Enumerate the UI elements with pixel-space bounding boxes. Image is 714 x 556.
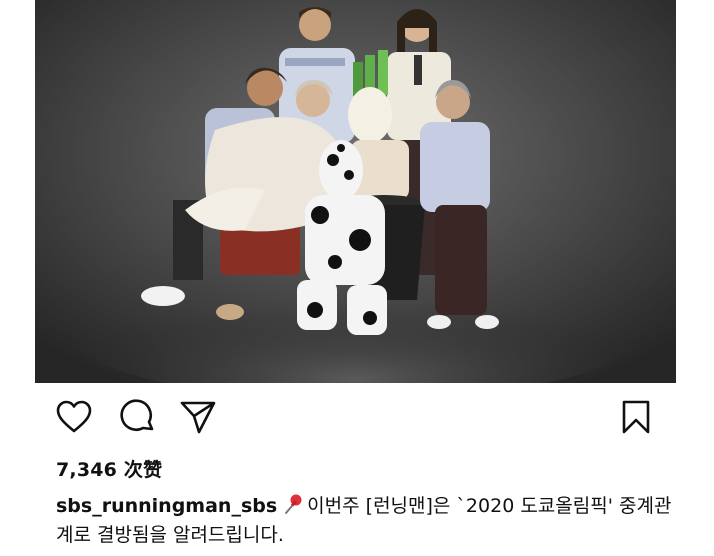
share-button[interactable] [176,395,220,439]
instagram-post: 7,346 次赞 sbs_runningman_sbs 이번주 [런닝맨]은 `2… [0,0,714,556]
heart-icon [56,400,92,433]
post-photo[interactable] [35,0,676,383]
caption-username[interactable]: sbs_runningman_sbs [56,495,277,517]
paper-plane-icon [180,401,216,434]
like-button[interactable] [52,395,96,439]
bookmark-icon [622,400,650,434]
post-actions-bar [0,395,714,445]
pushpin-icon [285,494,302,514]
likes-count[interactable]: 7,346 次赞 [56,455,162,482]
group-photo-illustration [35,0,676,383]
comment-button[interactable] [116,395,160,439]
save-button[interactable] [614,395,658,439]
post-caption: sbs_runningman_sbs 이번주 [런닝맨]은 `2020 도쿄올림픽… [56,492,676,550]
comment-bubble-icon [120,399,154,431]
